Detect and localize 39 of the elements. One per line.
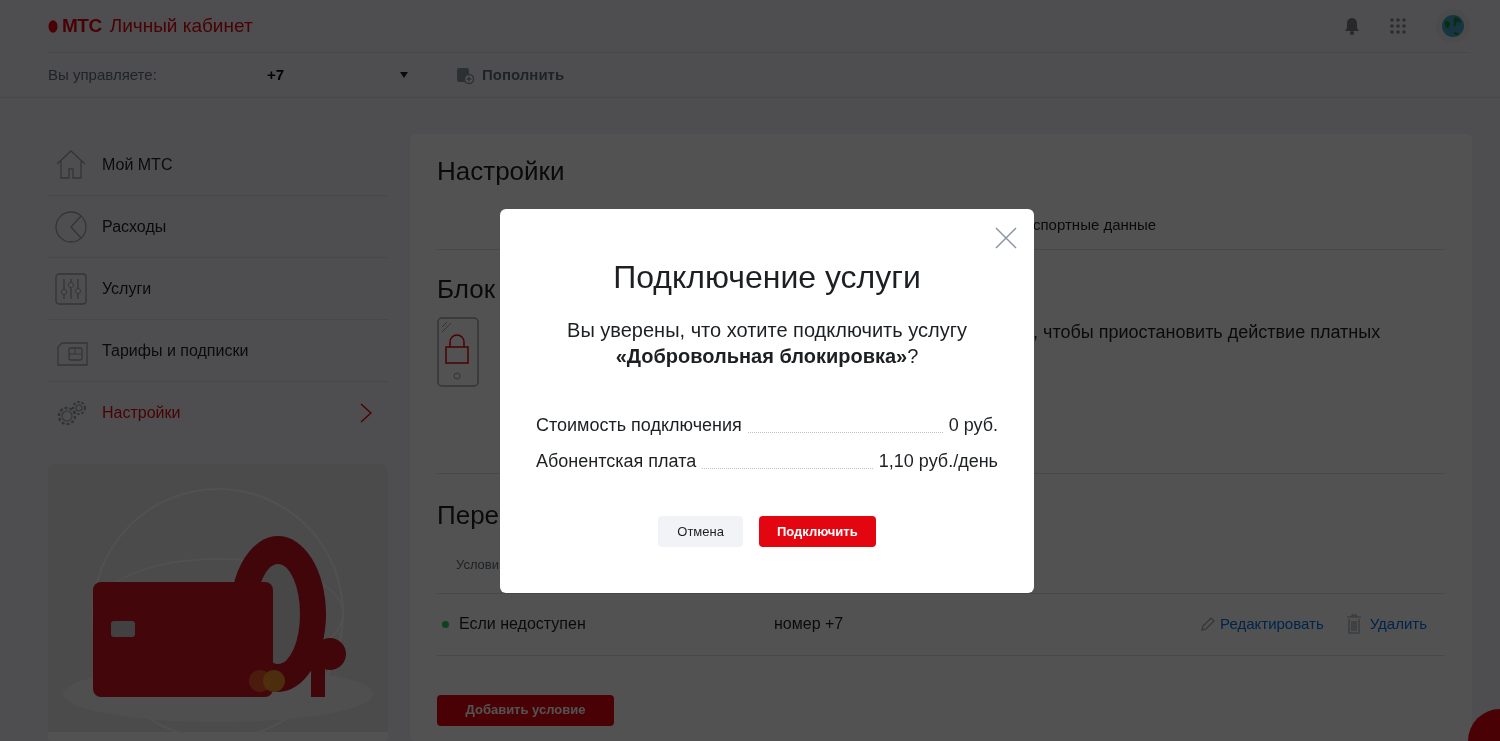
dialog-title: Подключение услуги xyxy=(612,258,922,297)
logo-icon xyxy=(48,19,58,33)
status-dot xyxy=(442,620,449,628)
edit-link[interactable]: Редактировать xyxy=(1200,612,1324,636)
sliders-icon xyxy=(54,271,90,306)
cancel-button[interactable]: Отмена xyxy=(658,516,743,547)
logo[interactable]: МТС xyxy=(62,11,102,41)
close-button[interactable] xyxy=(994,225,1018,249)
sidebar-item[interactable]: Расходы xyxy=(48,196,388,258)
tab[interactable]: спортные данные xyxy=(1033,216,1157,234)
add-condition-button[interactable]: Добавить условие xyxy=(437,694,614,726)
chevron-right-icon xyxy=(360,403,372,423)
page-title: Настройки xyxy=(437,156,566,188)
pie-chart-icon xyxy=(54,209,90,244)
wallet-plus-icon xyxy=(456,66,474,84)
fee-label: Абонентская плата xyxy=(536,449,697,473)
sidebar-item[interactable]: Настройки xyxy=(48,382,388,444)
forward-target: номер +7 xyxy=(774,614,845,635)
sidebar-item[interactable]: Тарифы и подписки xyxy=(48,320,388,382)
condition-name: Если недоступен xyxy=(459,614,587,635)
pencil-icon xyxy=(1200,616,1217,633)
sidebar-item[interactable]: Услуги xyxy=(48,258,388,320)
site-title: Личный кабинет xyxy=(109,13,253,38)
locked-phone-icon xyxy=(437,317,479,388)
number-dropdown[interactable]: +7 xyxy=(267,63,408,87)
apps-menu-icon[interactable] xyxy=(1390,18,1406,34)
fee-value: 1,10 руб./день xyxy=(878,449,998,473)
delete-link[interactable]: Удалить xyxy=(1345,612,1427,636)
section-title: Блок xyxy=(437,274,496,306)
fee-value: 0 руб. xyxy=(948,413,998,437)
dialog-question: Вы уверены, что хотите подключить услугу «Добровольная блокировка»? xyxy=(566,318,968,369)
section-title: Пере xyxy=(437,500,500,532)
caret-icon xyxy=(400,72,408,78)
sidebar-item[interactable]: Мой МТС xyxy=(48,134,388,196)
connect-button[interactable]: Подключить xyxy=(758,516,876,547)
bell-icon[interactable] xyxy=(1344,17,1360,35)
trash-icon xyxy=(1345,614,1362,635)
fee-label: Стоимость подключения xyxy=(536,413,742,437)
section-description: , чтобы приостановить действие платных xyxy=(1033,321,1381,345)
